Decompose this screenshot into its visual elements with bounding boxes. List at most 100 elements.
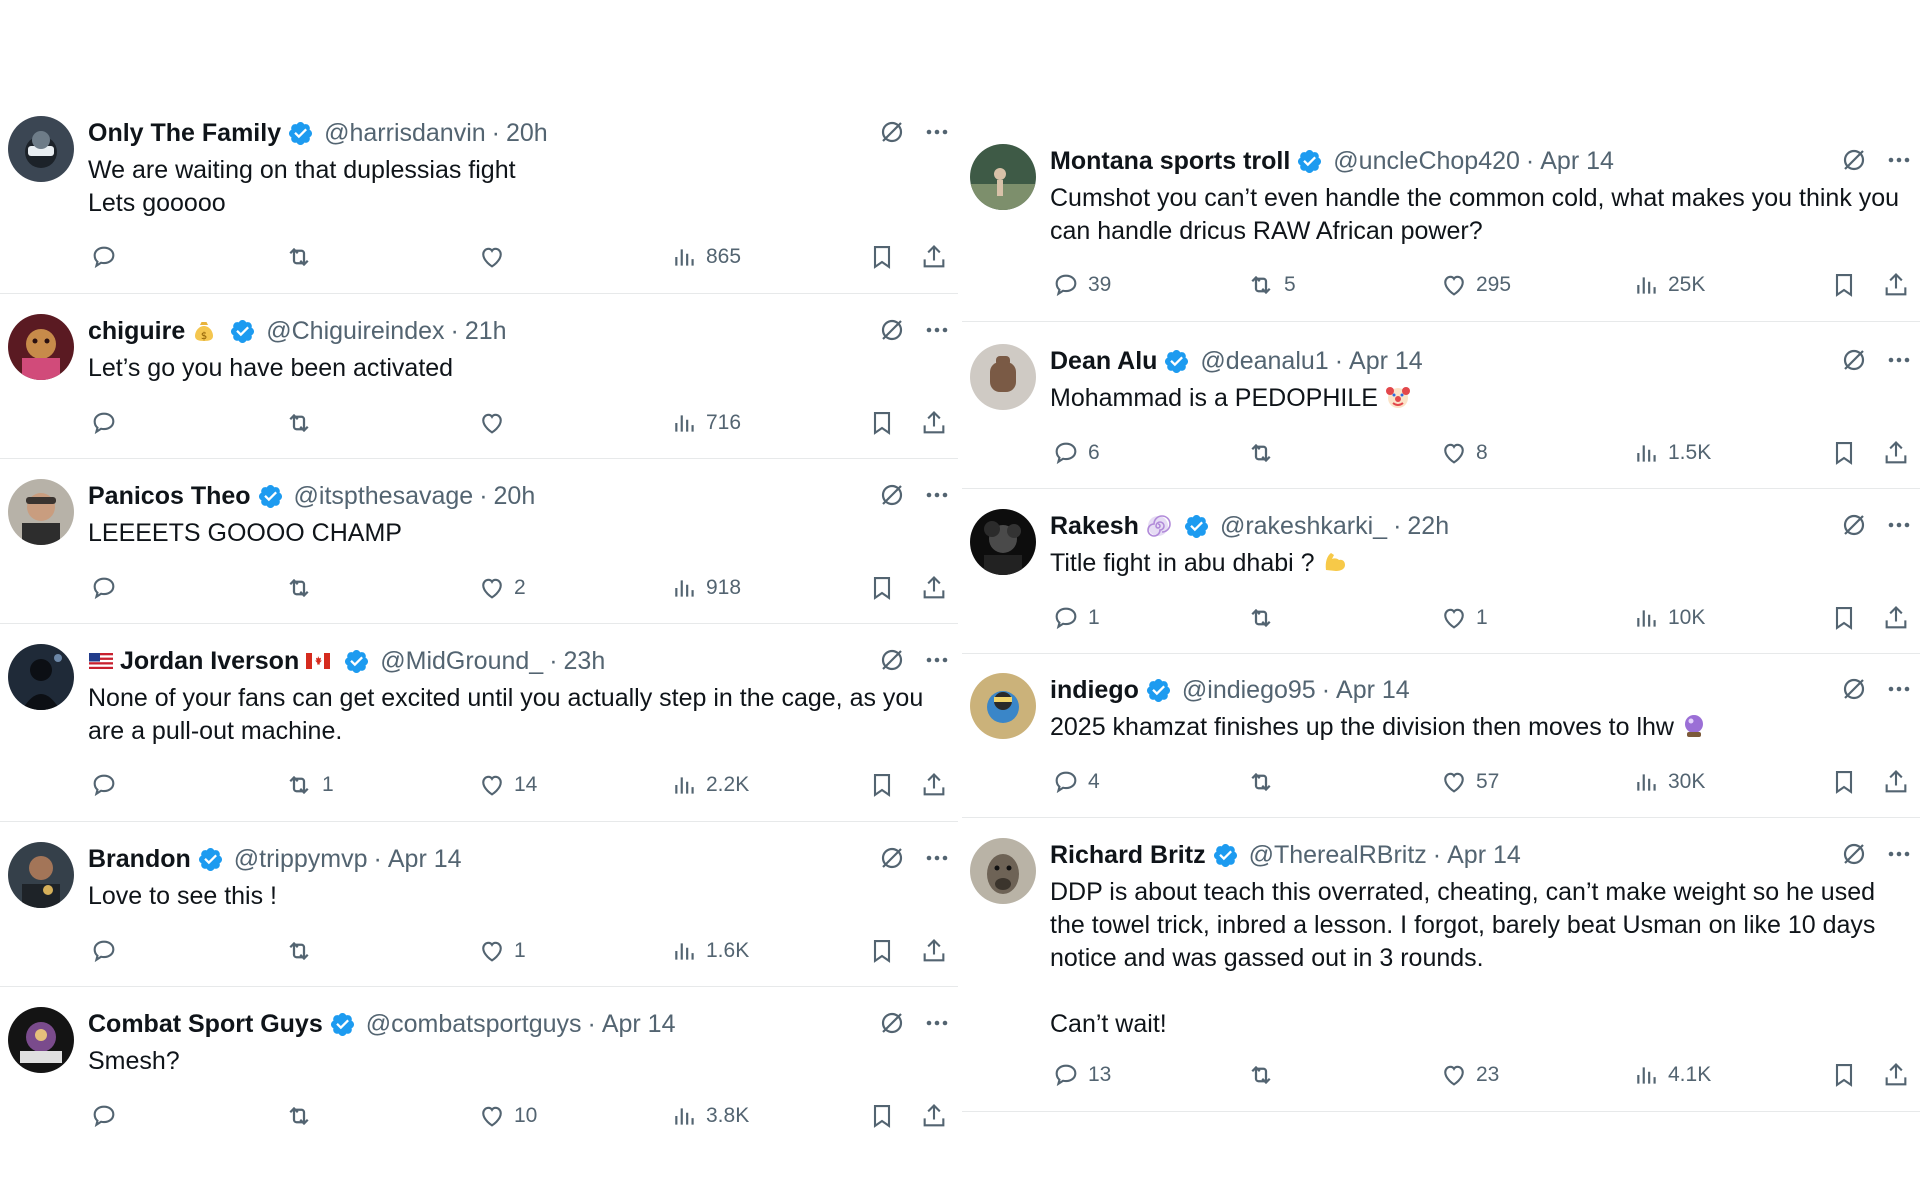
share-button[interactable] [920, 1099, 948, 1133]
display-name[interactable]: Only The Family [88, 119, 281, 148]
user-handle[interactable]: @deanalu1 [1200, 347, 1328, 376]
bookmark-button[interactable] [1830, 268, 1858, 302]
reply-button[interactable] [90, 1099, 126, 1133]
like-button[interactable]: 2 [478, 571, 526, 605]
timestamp[interactable]: Apr 14 [602, 1010, 676, 1039]
timestamp[interactable]: 22h [1407, 512, 1449, 541]
grok-icon[interactable] [1840, 511, 1868, 539]
tweet[interactable]: Montana sports troll @uncleChop420 · Apr… [962, 144, 1920, 322]
reply-button[interactable] [90, 571, 126, 605]
tweet[interactable]: chiguire $ @Chiguireindex · 21h Let’s go… [0, 314, 958, 459]
avatar[interactable] [8, 116, 74, 182]
user-handle[interactable]: @itspthesavage [294, 482, 474, 511]
avatar[interactable] [970, 673, 1036, 739]
more-options-icon[interactable] [924, 317, 950, 343]
share-button[interactable] [1882, 1058, 1910, 1092]
bookmark-button[interactable] [868, 406, 896, 440]
avatar[interactable] [970, 344, 1036, 410]
retweet-button[interactable] [1246, 1058, 1284, 1092]
avatar[interactable] [970, 509, 1036, 575]
timestamp[interactable]: Apr 14 [1447, 841, 1521, 870]
timestamp[interactable]: 21h [465, 317, 507, 346]
bookmark-button[interactable] [868, 571, 896, 605]
retweet-button[interactable]: 5 [1246, 268, 1296, 302]
bookmark-button[interactable] [1830, 436, 1858, 470]
grok-icon[interactable] [878, 1009, 906, 1037]
timestamp[interactable]: Apr 14 [1540, 147, 1614, 176]
share-button[interactable] [920, 768, 948, 802]
tweet[interactable]: Panicos Theo @itspthesavage · 20h LEEEET… [0, 479, 958, 624]
display-name[interactable]: Dean Alu [1050, 347, 1157, 376]
share-button[interactable] [1882, 268, 1910, 302]
like-button[interactable] [478, 240, 514, 274]
retweet-button[interactable] [284, 406, 322, 440]
bookmark-button[interactable] [868, 240, 896, 274]
display-name[interactable]: Panicos Theo [88, 482, 251, 511]
user-handle[interactable]: @combatsportguys [366, 1010, 582, 1039]
user-handle[interactable]: @indiego95 [1182, 676, 1316, 705]
share-button[interactable] [1882, 601, 1910, 635]
user-handle[interactable]: @rakeshkarki_ [1220, 512, 1387, 541]
bookmark-button[interactable] [868, 934, 896, 968]
grok-icon[interactable] [1840, 675, 1868, 703]
views-button[interactable]: 10K [1634, 601, 1705, 635]
tweet[interactable]: Brandon @trippymvp · Apr 14 Love to see … [0, 842, 958, 987]
share-button[interactable] [920, 571, 948, 605]
grok-icon[interactable] [1840, 840, 1868, 868]
display-name[interactable]: Richard Britz [1050, 841, 1206, 870]
tweet[interactable]: indiego @indiego95 · Apr 14 2025 khamzat… [962, 673, 1920, 818]
avatar[interactable] [8, 842, 74, 908]
views-button[interactable]: 3.8K [672, 1099, 749, 1133]
more-options-icon[interactable] [1886, 512, 1912, 538]
bookmark-button[interactable] [868, 1099, 896, 1133]
views-button[interactable]: 918 [672, 571, 741, 605]
more-options-icon[interactable] [924, 1010, 950, 1036]
bookmark-button[interactable] [868, 768, 896, 802]
like-button[interactable] [478, 406, 514, 440]
more-options-icon[interactable] [1886, 676, 1912, 702]
bookmark-button[interactable] [1830, 1058, 1858, 1092]
views-button[interactable]: 1.5K [1634, 436, 1711, 470]
bookmark-button[interactable] [1830, 765, 1858, 799]
grok-icon[interactable] [878, 481, 906, 509]
more-options-icon[interactable] [924, 845, 950, 871]
timestamp[interactable]: Apr 14 [388, 845, 462, 874]
share-button[interactable] [1882, 765, 1910, 799]
user-handle[interactable]: @MidGround_ [380, 647, 543, 676]
avatar[interactable] [8, 644, 74, 710]
like-button[interactable]: 23 [1440, 1058, 1499, 1092]
retweet-button[interactable] [284, 934, 322, 968]
reply-button[interactable] [90, 768, 126, 802]
reply-button[interactable]: 39 [1052, 268, 1111, 302]
bookmark-button[interactable] [1830, 601, 1858, 635]
share-button[interactable] [1882, 436, 1910, 470]
like-button[interactable]: 14 [478, 768, 537, 802]
retweet-button[interactable] [284, 1099, 322, 1133]
retweet-button[interactable] [284, 571, 322, 605]
retweet-button[interactable] [1246, 601, 1284, 635]
like-button[interactable]: 1 [478, 934, 526, 968]
grok-icon[interactable] [878, 316, 906, 344]
timestamp[interactable]: 20h [506, 119, 548, 148]
avatar[interactable] [8, 314, 74, 380]
grok-icon[interactable] [878, 118, 906, 146]
tweet[interactable]: Combat Sport Guys @combatsportguys · Apr… [0, 1007, 958, 1152]
retweet-button[interactable] [1246, 765, 1284, 799]
grok-icon[interactable] [878, 844, 906, 872]
display-name[interactable]: Combat Sport Guys [88, 1010, 323, 1039]
avatar[interactable] [970, 144, 1036, 210]
timestamp[interactable]: Apr 14 [1349, 347, 1423, 376]
timestamp[interactable]: 20h [494, 482, 536, 511]
more-options-icon[interactable] [924, 119, 950, 145]
user-handle[interactable]: @harrisdanvin [324, 119, 486, 148]
like-button[interactable]: 1 [1440, 601, 1488, 635]
tweet[interactable]: Only The Family @harrisdanvin · 20h We a… [0, 116, 958, 294]
reply-button[interactable]: 1 [1052, 601, 1100, 635]
retweet-button[interactable] [284, 240, 322, 274]
more-options-icon[interactable] [924, 647, 950, 673]
display-name[interactable]: Montana sports troll [1050, 147, 1290, 176]
display-name[interactable]: Brandon [88, 845, 191, 874]
like-button[interactable]: 295 [1440, 268, 1511, 302]
display-name[interactable]: Jordan Iverson [120, 647, 299, 676]
share-button[interactable] [920, 240, 948, 274]
